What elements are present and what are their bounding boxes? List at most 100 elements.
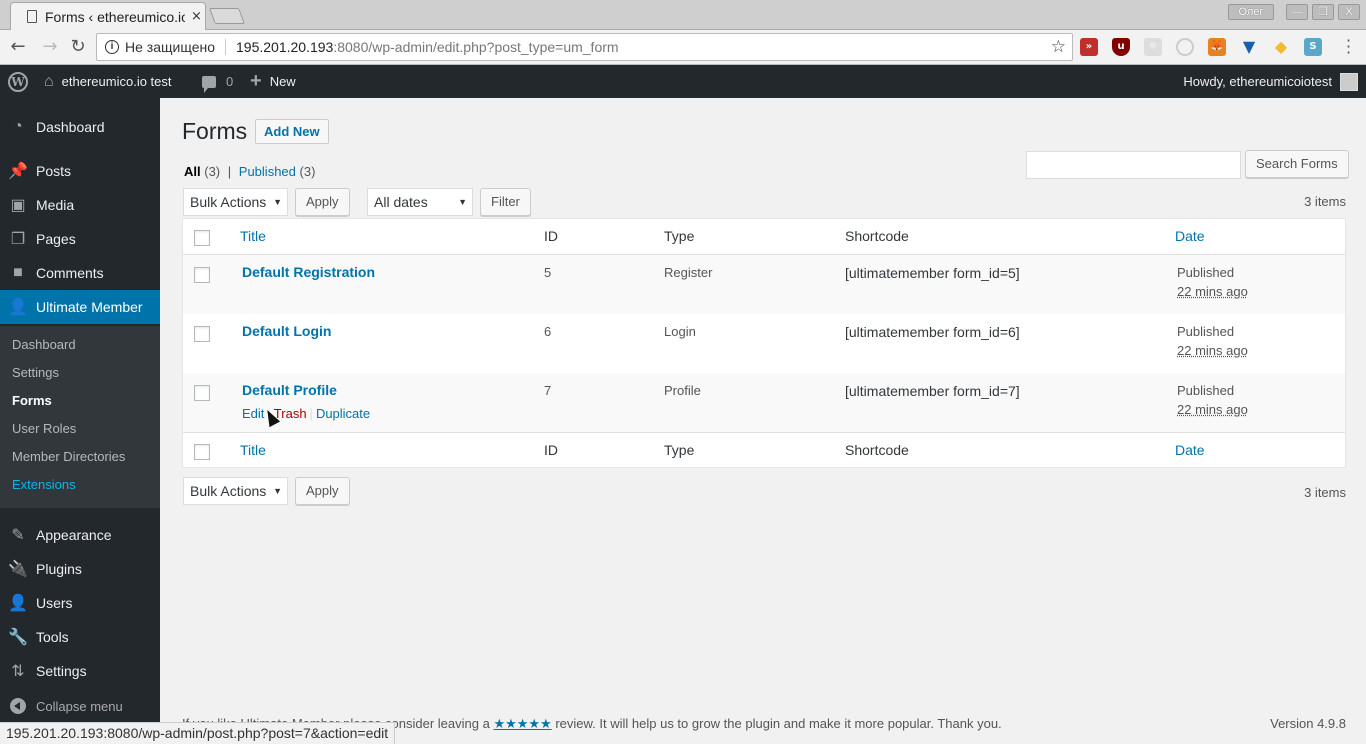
sidebar-item-label: Comments xyxy=(36,265,104,281)
filter-button[interactable]: Filter xyxy=(480,188,531,216)
dates-select[interactable]: All dates ▼ xyxy=(367,188,473,216)
page-title: Forms xyxy=(182,118,248,144)
bulk-actions-select-top[interactable]: Bulk Actions ▼ xyxy=(183,188,288,216)
review-stars-link[interactable]: ★★★★★ xyxy=(493,716,551,731)
security-label: Не защищено xyxy=(125,39,226,55)
search-forms-button[interactable]: Search Forms xyxy=(1245,150,1349,178)
edit-link[interactable]: Edit xyxy=(242,406,264,421)
site-name-link[interactable]: ⌂ ethereumico.io test xyxy=(44,65,172,98)
filter-published-link[interactable]: Published (3) xyxy=(239,164,316,179)
browser-status-url: 195.201.20.193:8080/wp-admin/post.php?po… xyxy=(0,722,396,744)
form-shortcode: [ultimatemember form_id=6] xyxy=(845,324,1020,340)
address-bar[interactable]: i Не защищено 195.201.20.193:8080/wp-adm… xyxy=(96,33,1073,61)
column-title[interactable]: Title xyxy=(240,228,266,244)
my-account-link[interactable]: Howdy, ethereumicoiotest xyxy=(1183,65,1358,98)
comments-link[interactable]: 0 xyxy=(202,65,233,98)
submenu-member-directories[interactable]: Member Directories xyxy=(12,449,125,464)
column-id-bottom: ID xyxy=(544,442,558,458)
sidebar-item-posts[interactable]: 📌 Posts xyxy=(0,154,160,188)
forward-button[interactable]: → xyxy=(40,36,60,58)
back-button[interactable]: ← xyxy=(8,36,28,58)
extension-fastforward-icon[interactable]: » xyxy=(1080,38,1098,56)
tab-close-icon[interactable]: × xyxy=(191,9,202,24)
select-all-checkbox-bottom[interactable] xyxy=(194,444,210,460)
filter-all-link[interactable]: All (3) xyxy=(184,164,220,179)
sidebar-item-dashboard[interactable]: ◔ Dashboard xyxy=(0,110,160,144)
new-content-link[interactable]: + New xyxy=(250,65,296,98)
site-name: ethereumico.io test xyxy=(61,74,172,89)
sidebar-item-media[interactable]: ▣ Media xyxy=(0,188,160,222)
apply-button-top[interactable]: Apply xyxy=(295,188,350,216)
form-title-link[interactable]: Default Login xyxy=(242,323,331,339)
sidebar-item-label: Plugins xyxy=(36,561,82,577)
form-title-link[interactable]: Default Profile xyxy=(242,382,337,398)
new-label: New xyxy=(269,74,296,89)
submenu-forms[interactable]: Forms xyxy=(12,393,52,408)
row-checkbox[interactable] xyxy=(194,326,210,342)
sidebar-item-plugins[interactable]: 🔌 Plugins xyxy=(0,552,160,586)
extension-vpn-icon[interactable]: ▼ xyxy=(1240,38,1258,56)
tab-title: Forms ‹ ethereumico.io test — WordPress xyxy=(45,8,185,25)
submenu-user-roles[interactable]: User Roles xyxy=(12,421,76,436)
select-all-checkbox[interactable] xyxy=(194,230,210,246)
form-status: Published xyxy=(1177,383,1235,398)
minimize-button[interactable]: — xyxy=(1286,4,1308,20)
submenu-dashboard[interactable]: Dashboard xyxy=(12,337,76,352)
url-host: 195.201.20.193 xyxy=(236,39,334,55)
column-title-bottom[interactable]: Title xyxy=(240,442,266,458)
column-date-bottom[interactable]: Date xyxy=(1175,442,1205,458)
plugin-icon: 🔌 xyxy=(8,561,28,578)
close-window-button[interactable]: X xyxy=(1338,4,1360,20)
submenu-settings[interactable]: Settings xyxy=(12,365,59,380)
sidebar-item-settings[interactable]: ⇅ Settings xyxy=(0,654,160,688)
bulk-actions-select-bottom[interactable]: Bulk Actions ▼ xyxy=(183,477,288,505)
extension-binance-icon[interactable]: ◆ xyxy=(1272,38,1290,56)
add-new-button[interactable]: Add New xyxy=(255,119,329,144)
restore-button[interactable]: ❐ xyxy=(1312,4,1334,20)
submenu-extensions[interactable]: Extensions xyxy=(12,477,76,492)
form-id: 7 xyxy=(544,383,552,398)
form-date: 22 mins ago xyxy=(1177,402,1248,417)
dropdown-arrow-icon: ▼ xyxy=(273,486,282,496)
sidebar-item-label: Tools xyxy=(36,629,69,645)
admin-sidebar: ◔ Dashboard 📌 Posts ▣ Media ❐ Pages ■ Co… xyxy=(0,98,160,744)
column-date[interactable]: Date xyxy=(1175,228,1205,244)
duplicate-link[interactable]: Duplicate xyxy=(316,406,370,421)
browser-toolbar: ← → ↻ i Не защищено 195.201.20.193:8080/… xyxy=(0,30,1366,65)
browser-tab[interactable]: Forms ‹ ethereumico.io test — WordPress … xyxy=(10,2,206,30)
sidebar-item-ultimate-member[interactable]: 👤 Ultimate Member xyxy=(0,290,160,324)
apply-button-bottom[interactable]: Apply xyxy=(295,477,350,505)
reload-button[interactable]: ↻ xyxy=(68,36,88,58)
extension-ublock-icon[interactable]: u xyxy=(1112,38,1130,56)
browser-menu-icon[interactable]: · · · xyxy=(1346,33,1352,61)
filter-all-label: All xyxy=(184,164,201,179)
table-row: Default Registration 5 Register [ultimat… xyxy=(183,255,1345,314)
extension-circle-icon[interactable] xyxy=(1176,38,1194,56)
row-checkbox[interactable] xyxy=(194,385,210,401)
extension-s-icon[interactable]: S xyxy=(1304,38,1322,56)
bulk-actions-value: Bulk Actions xyxy=(190,194,267,210)
sidebar-item-comments[interactable]: ■ Comments xyxy=(0,256,160,290)
extension-react-icon[interactable]: ⚛ xyxy=(1144,38,1162,56)
info-icon[interactable]: i xyxy=(105,40,119,54)
form-title-link[interactable]: Default Registration xyxy=(242,264,375,280)
bulk-actions-value: Bulk Actions xyxy=(190,483,267,499)
profile-button[interactable]: Олег xyxy=(1228,4,1274,20)
sidebar-item-tools[interactable]: 🔧 Tools xyxy=(0,620,160,654)
sidebar-item-label: Media xyxy=(36,197,75,213)
extension-metamask-icon[interactable]: 🦊 xyxy=(1208,38,1226,56)
comments-count: 0 xyxy=(226,74,234,89)
sidebar-item-appearance[interactable]: ✎ Appearance xyxy=(0,518,160,552)
settings-icon: ⇅ xyxy=(11,663,25,680)
bookmark-star-icon[interactable]: ☆ xyxy=(1051,37,1066,57)
row-checkbox[interactable] xyxy=(194,267,210,283)
collapse-menu-button[interactable]: Collapse menu xyxy=(0,694,160,718)
new-tab-button[interactable] xyxy=(209,8,245,24)
collapse-arrow-icon xyxy=(10,698,26,714)
sidebar-item-users[interactable]: 👤 Users xyxy=(0,586,160,620)
window-controls: Олег — ❐ X xyxy=(1228,4,1360,20)
wp-logo-menu[interactable]: W xyxy=(8,65,28,98)
search-input[interactable] xyxy=(1026,151,1241,179)
form-date: 22 mins ago xyxy=(1177,343,1248,358)
sidebar-item-pages[interactable]: ❐ Pages xyxy=(0,222,160,256)
